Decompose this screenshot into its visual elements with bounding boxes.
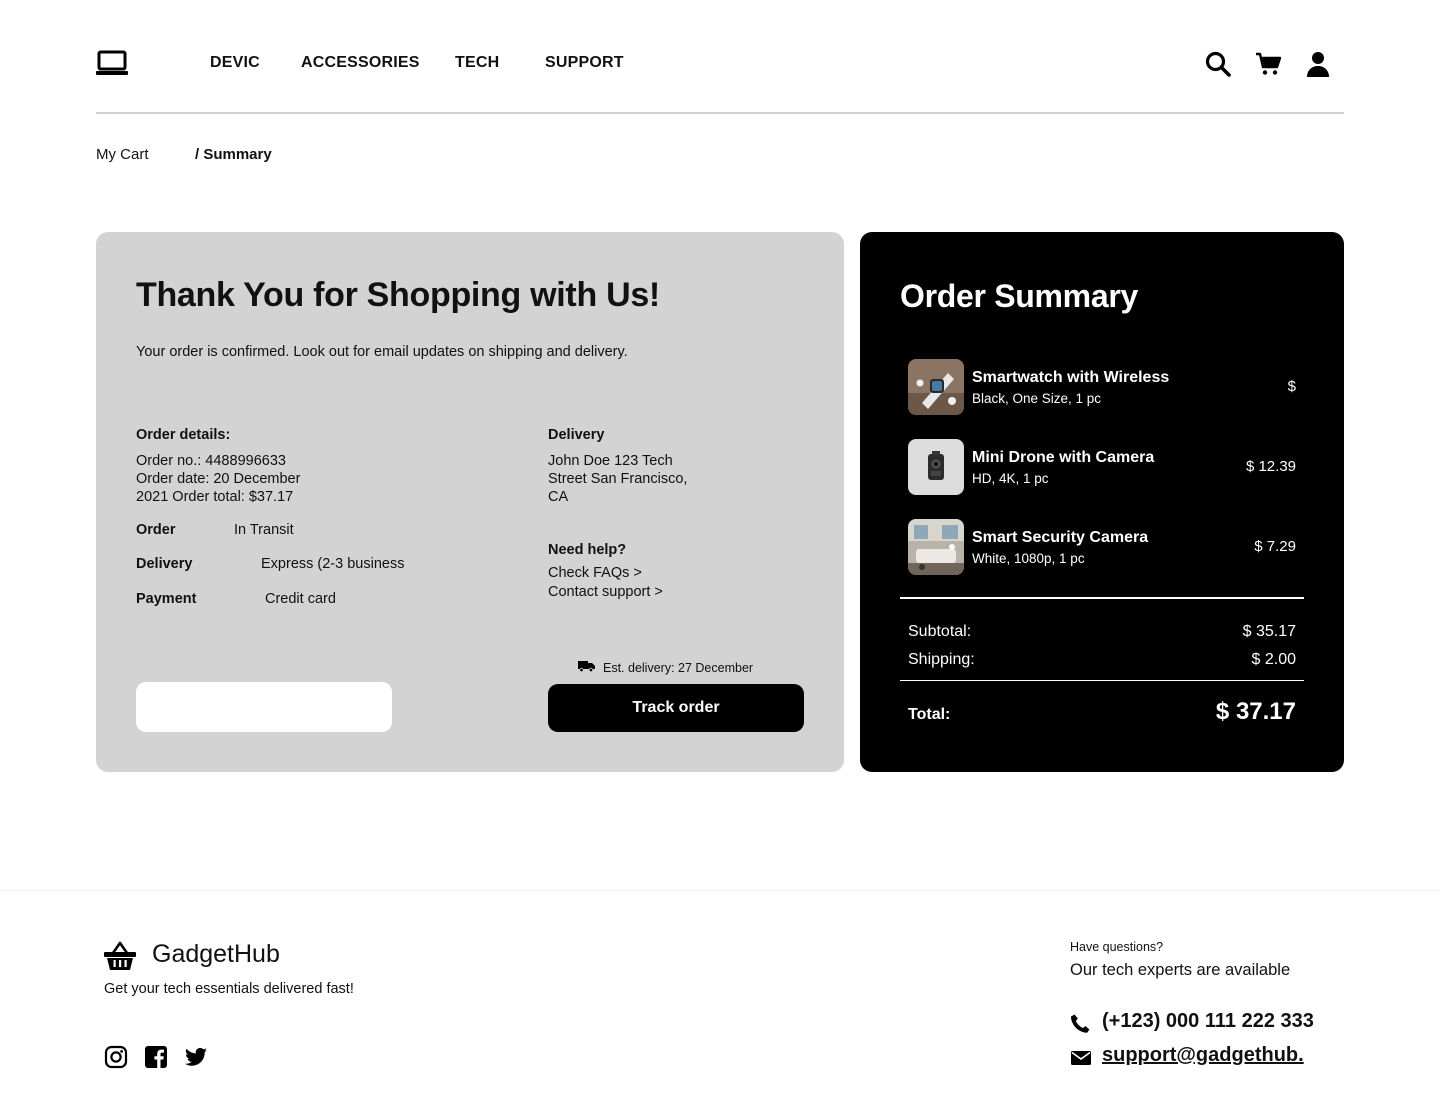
check-faqs-link[interactable]: Check FAQs > bbox=[548, 564, 808, 583]
order-summary-title: Order Summary bbox=[900, 278, 1138, 314]
breadcrumb-summary: / Summary bbox=[195, 146, 272, 163]
order-status-label: Order bbox=[136, 522, 176, 538]
brand-name[interactable]: GadgetHub bbox=[152, 940, 280, 969]
smartwatch-thumbnail bbox=[908, 359, 964, 415]
breadcrumb-my-cart[interactable]: My Cart bbox=[96, 146, 149, 163]
delivery-method-label: Delivery bbox=[136, 556, 193, 572]
phone-row: (+123) 000 111 222 333 bbox=[1070, 1010, 1340, 1036]
laptop-icon[interactable] bbox=[96, 50, 128, 76]
confirmation-subtitle: Your order is confirmed. Look out for em… bbox=[136, 344, 628, 360]
contact-support-link[interactable]: Contact support > bbox=[548, 583, 808, 602]
item-price: $ 12.39 bbox=[1245, 458, 1296, 475]
nav-support[interactable]: SUPPORT bbox=[545, 54, 624, 72]
cart-icon[interactable] bbox=[1254, 50, 1282, 78]
delivery-details: Delivery John Doe 123 Tech Street San Fr… bbox=[548, 427, 808, 602]
order-total: 2021 Order total: $37.17 bbox=[136, 489, 294, 505]
support-email-link[interactable]: support@gadgethub. bbox=[1102, 1044, 1304, 1067]
summary-divider bbox=[900, 597, 1304, 599]
order-details: Order details: Order no.: 4488996633 Ord… bbox=[136, 427, 516, 607]
basket-icon bbox=[104, 940, 136, 972]
summary-divider bbox=[900, 680, 1304, 681]
social-links bbox=[104, 1045, 214, 1071]
delivery-address-line: CA bbox=[548, 489, 569, 505]
summary-item: Smart Security Camera White, 1080p, 1 pc… bbox=[908, 519, 1296, 575]
payment-row: Payment Credit card bbox=[136, 591, 516, 611]
delivery-method-value: Express (2-3 business bbox=[261, 556, 405, 572]
item-name: Smart Security Camera bbox=[972, 529, 1149, 546]
contact-availability: Our tech experts are available bbox=[1070, 961, 1291, 979]
order-confirmation-panel: Thank You for Shopping with Us! Your ord… bbox=[96, 232, 844, 772]
summary-item: Smartwatch with Wireless Black, One Size… bbox=[908, 359, 1296, 415]
security-camera-thumbnail bbox=[908, 519, 964, 575]
contact-question: Have questions? bbox=[1070, 940, 1164, 954]
subtotal-value: $ 35.17 bbox=[1242, 623, 1296, 640]
delivery-address-line: Street San Francisco, bbox=[548, 471, 688, 487]
confirmation-title: Thank You for Shopping with Us! bbox=[136, 276, 660, 314]
shipping-value: $ 2.00 bbox=[1251, 651, 1296, 668]
need-help-label: Need help? bbox=[548, 542, 627, 558]
order-status-value: In Transit bbox=[234, 522, 294, 538]
order-status-row: Order In Transit bbox=[136, 522, 516, 542]
footer-tagline: Get your tech essentials delivered fast! bbox=[104, 981, 354, 997]
item-variant: Black, One Size, 1 pc bbox=[972, 391, 1102, 406]
facebook-icon[interactable] bbox=[144, 1045, 168, 1069]
subtotal-label: Subtotal: bbox=[908, 623, 972, 640]
total-value: $ 37.17 bbox=[1215, 698, 1296, 725]
summary-item: Mini Drone with Camera HD, 4K, 1 pc $ 12… bbox=[908, 439, 1296, 495]
phone-icon bbox=[1070, 1013, 1092, 1035]
delivery-label: Delivery bbox=[548, 427, 605, 443]
item-price: $ bbox=[1287, 378, 1296, 395]
total-label: Total: bbox=[908, 706, 951, 723]
item-name: Mini Drone with Camera bbox=[972, 449, 1155, 466]
drone-thumbnail bbox=[908, 439, 964, 495]
payment-value: Credit card bbox=[265, 591, 336, 607]
item-variant: White, 1080p, 1 pc bbox=[972, 551, 1085, 566]
track-order-button[interactable]: Track order bbox=[548, 684, 804, 732]
mail-icon bbox=[1070, 1047, 1092, 1069]
order-summary-panel: Order Summary Smartwatch with Wireless B… bbox=[860, 232, 1344, 772]
delivery-address-line: John Doe 123 Tech bbox=[548, 453, 673, 469]
site-header: DEVIC ACCESSORIES TECH SUPPORT bbox=[96, 0, 1344, 114]
total-row: Total: $ 37.17 bbox=[908, 698, 1296, 730]
user-icon[interactable] bbox=[1304, 50, 1332, 78]
order-date: Order date: 20 December bbox=[136, 471, 301, 487]
nav-devices[interactable]: DEVIC bbox=[210, 54, 260, 72]
truck-icon bbox=[578, 660, 595, 675]
estimated-delivery: Est. delivery: 27 December bbox=[578, 660, 753, 675]
payment-label: Payment bbox=[136, 591, 197, 607]
delivery-method-row: Delivery Express (2-3 business bbox=[136, 556, 516, 576]
breadcrumb: My Cart / Summary bbox=[96, 146, 496, 166]
item-variant: HD, 4K, 1 pc bbox=[972, 471, 1049, 486]
nav-accessories[interactable]: ACCESSORIES bbox=[301, 54, 420, 72]
estimated-delivery-text: Est. delivery: 27 December bbox=[603, 660, 754, 675]
footer-brand: GadgetHub bbox=[104, 938, 404, 974]
footer-divider bbox=[0, 890, 1440, 891]
search-icon[interactable] bbox=[1204, 50, 1232, 78]
shipping-label: Shipping: bbox=[908, 651, 975, 668]
phone-number[interactable]: (+123) 000 111 222 333 bbox=[1102, 1010, 1314, 1033]
item-name: Smartwatch with Wireless bbox=[972, 369, 1170, 386]
email-row: support@gadgethub. bbox=[1070, 1044, 1340, 1070]
secondary-button[interactable] bbox=[136, 682, 392, 732]
instagram-icon[interactable] bbox=[104, 1045, 128, 1069]
nav-tech[interactable]: TECH bbox=[455, 54, 499, 72]
shipping-row: Shipping: $ 2.00 bbox=[908, 651, 1296, 671]
order-details-label: Order details: bbox=[136, 427, 231, 443]
item-price: $ 7.29 bbox=[1254, 538, 1296, 555]
subtotal-row: Subtotal: $ 35.17 bbox=[908, 623, 1296, 643]
twitter-icon[interactable] bbox=[184, 1045, 208, 1069]
order-number: Order no.: 4488996633 bbox=[136, 453, 286, 469]
header-actions bbox=[1204, 50, 1344, 78]
